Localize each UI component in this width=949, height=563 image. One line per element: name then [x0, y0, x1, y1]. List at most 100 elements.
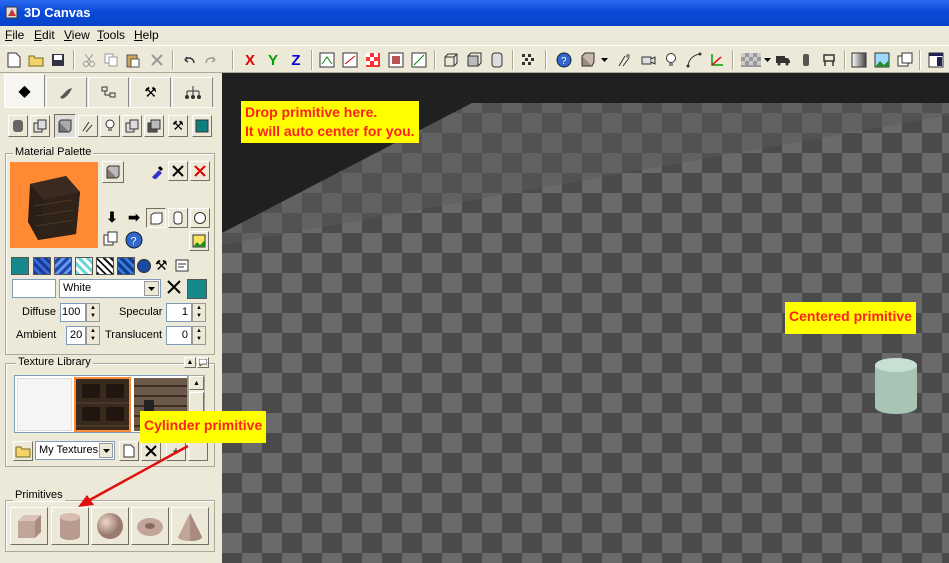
light-button[interactable]: [100, 115, 120, 137]
gradient-icon[interactable]: [848, 49, 870, 71]
grid-dropdown-icon[interactable]: [762, 49, 772, 71]
view-side-icon[interactable]: [339, 49, 361, 71]
truck-icon[interactable]: [772, 49, 794, 71]
cut-icon[interactable]: [78, 49, 100, 71]
view-top-icon[interactable]: [385, 49, 407, 71]
planar-map-button[interactable]: [146, 208, 166, 228]
tab-hierarchy[interactable]: [172, 77, 213, 107]
tab-select[interactable]: ◆: [4, 74, 45, 107]
view-perspective-icon[interactable]: [408, 49, 430, 71]
specular-spinner[interactable]: ▲ ▼: [192, 303, 206, 322]
render-mode-dropdown-icon[interactable]: [598, 49, 610, 71]
curve-path-icon[interactable]: [683, 49, 705, 71]
image-map-button[interactable]: [189, 231, 209, 251]
specular-input[interactable]: 1: [166, 303, 192, 322]
checker-view-icon[interactable]: [362, 49, 384, 71]
texture-thumb-blank[interactable]: [17, 378, 72, 431]
grid-pattern-icon[interactable]: [738, 49, 764, 71]
paste-icon[interactable]: [122, 49, 144, 71]
open-folder-icon[interactable]: [25, 49, 47, 71]
redo-icon[interactable]: [200, 49, 222, 71]
spherical-map-button[interactable]: [190, 208, 210, 228]
view-front-icon[interactable]: [316, 49, 338, 71]
texture-button[interactable]: [192, 115, 212, 137]
copy-icon[interactable]: [100, 49, 122, 71]
tab-materials[interactable]: [46, 77, 87, 107]
menu-file[interactable]: File: [5, 28, 24, 42]
spotlight-icon[interactable]: [614, 49, 636, 71]
diffuse-spinner[interactable]: ▲ ▼: [86, 303, 100, 322]
close-icon[interactable]: [166, 279, 184, 298]
open-texture-folder-button[interactable]: [13, 441, 33, 461]
image-edit-icon[interactable]: [175, 257, 193, 275]
textured-box-icon[interactable]: [463, 49, 485, 71]
primitive-torus-button[interactable]: [131, 507, 169, 545]
material-cube-button[interactable]: [102, 161, 124, 183]
ambient-spinner[interactable]: ▲ ▼: [86, 326, 100, 345]
menu-help[interactable]: Help: [134, 28, 159, 42]
object-icon[interactable]: [795, 49, 817, 71]
copy-window-icon[interactable]: [894, 49, 916, 71]
ambient-input[interactable]: 20: [66, 326, 86, 345]
arrow-right-icon[interactable]: ➡: [125, 209, 143, 227]
menu-view[interactable]: View: [64, 28, 90, 42]
translucent-spinner[interactable]: ▲ ▼: [192, 326, 206, 345]
primitive-cone-button[interactable]: [171, 507, 209, 545]
color-swatch-teal[interactable]: [187, 279, 207, 299]
diffuse-input[interactable]: 100: [60, 303, 86, 322]
copy-object-button[interactable]: [30, 115, 50, 137]
duplicate-button[interactable]: [122, 115, 142, 137]
clear-material-button[interactable]: [168, 161, 188, 181]
primitive-sphere-button[interactable]: [91, 507, 129, 545]
swatch-navy-pattern[interactable]: [117, 257, 135, 275]
points-icon[interactable]: [517, 49, 539, 71]
color-preview[interactable]: [12, 279, 56, 298]
hammer-wrench-icon[interactable]: ⚒: [155, 257, 173, 275]
centered-cylinder-object[interactable]: [872, 355, 920, 417]
window-layout-icon[interactable]: [925, 49, 947, 71]
3d-viewport[interactable]: Drop primitive here. It will auto center…: [222, 73, 949, 563]
delete-icon[interactable]: [146, 49, 168, 71]
comment-icon[interactable]: [197, 357, 209, 368]
help-icon[interactable]: ?: [125, 231, 145, 251]
menu-edit[interactable]: Edit: [34, 28, 55, 42]
sphere-swatch-icon[interactable]: [137, 259, 151, 273]
swatch-blue-weave[interactable]: [54, 257, 72, 275]
mesh-icon[interactable]: [486, 49, 508, 71]
z-axis-button[interactable]: Z: [285, 49, 307, 71]
x-axis-button[interactable]: X: [239, 49, 261, 71]
swatch-cyan-pattern[interactable]: [75, 257, 93, 275]
menu-tools[interactable]: Tools: [97, 28, 125, 42]
chevron-down-icon[interactable]: [144, 281, 159, 296]
wire-box-icon[interactable]: [440, 49, 462, 71]
tab-tools[interactable]: ⚒: [130, 77, 171, 107]
tools-button[interactable]: ⚒: [168, 115, 188, 137]
eyedropper-icon[interactable]: [148, 161, 168, 181]
collapse-up-icon[interactable]: ▲: [184, 357, 196, 368]
undo-icon[interactable]: [178, 49, 200, 71]
swatch-teal[interactable]: [11, 257, 29, 275]
light-bulb-icon[interactable]: [660, 49, 682, 71]
copy-list-icon[interactable]: [103, 231, 121, 249]
scroll-up-icon[interactable]: ▲: [189, 376, 204, 390]
render-mode-icon[interactable]: [577, 49, 599, 71]
box-object-button[interactable]: [54, 114, 76, 138]
y-axis-button[interactable]: Y: [262, 49, 284, 71]
primitive-cube-button[interactable]: [10, 507, 48, 545]
translucent-input[interactable]: 0: [166, 326, 192, 345]
new-file-icon[interactable]: [3, 49, 25, 71]
save-icon[interactable]: [47, 49, 69, 71]
camera-icon[interactable]: [637, 49, 659, 71]
help-icon[interactable]: ?: [553, 49, 575, 71]
tab-scene[interactable]: [88, 77, 129, 107]
swatch-bw-pattern[interactable]: [96, 257, 114, 275]
cylindrical-map-button[interactable]: [168, 208, 188, 228]
spotlight-button[interactable]: [78, 115, 98, 137]
layers-button[interactable]: [144, 115, 164, 137]
color-select[interactable]: White: [59, 279, 161, 298]
swatch-blue-pattern[interactable]: [33, 257, 51, 275]
arrow-down-icon[interactable]: ⬇: [103, 209, 121, 227]
delete-material-button[interactable]: [190, 161, 210, 181]
axes-icon[interactable]: [706, 49, 728, 71]
material-preview[interactable]: [10, 162, 98, 248]
